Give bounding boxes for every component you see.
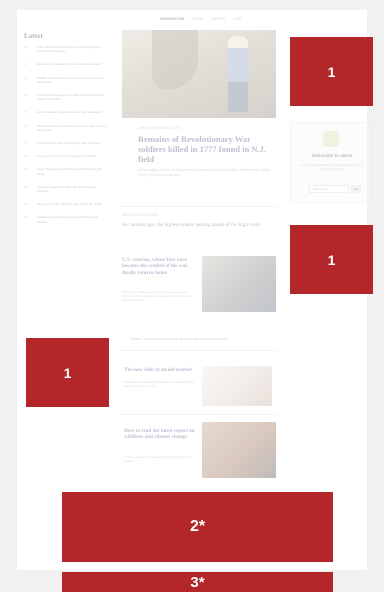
latest-time: 8h (24, 154, 28, 159)
latest-headline: Museum unveils exhibit on early American… (37, 202, 103, 207)
latest-headline: Storm warnings issued for parts of the p… (37, 167, 102, 176)
latest-title: Latest (24, 32, 43, 40)
card-headline[interactable]: U.S. veteran, whose face once became the… (122, 257, 196, 276)
section-kicker: RELATED COVERAGE (122, 213, 159, 217)
latest-headline: Farmers adapt to drought with new irriga… (37, 184, 96, 194)
latest-headline: Scientists track rare bird sighting near… (37, 141, 101, 146)
card-summary: The retired soldier was honored in a cer… (122, 290, 192, 303)
ad-slot-marker: 1 (290, 225, 373, 294)
widget-select[interactable]: Select one (309, 185, 349, 193)
latest-sidebar: Latest 2h U.S. officials expand search fo… (24, 32, 108, 233)
latest-time: 12h (24, 215, 30, 220)
ad-slot-marker: 1 (290, 37, 373, 106)
card-thumbnail[interactable] (202, 422, 276, 478)
latest-item[interactable]: 4h Court hears arguments on voting distri… (24, 93, 108, 101)
latest-headline: City council votes on new budget for sch… (37, 154, 97, 159)
latest-headline: Wildfire smoke drifts across three state… (37, 75, 103, 84)
latest-item[interactable]: 3h New rules for electric vehicle credits… (24, 62, 108, 66)
latest-item[interactable]: 3h Wildfire smoke drifts across three sta… (24, 76, 108, 84)
nav-item[interactable]: LIVE (233, 16, 242, 24)
divider (120, 206, 276, 207)
latest-headline: Officials review safety plans ahead of s… (37, 215, 99, 224)
nav-item[interactable]: TOPICS (211, 16, 226, 24)
latest-time: 9h (24, 167, 28, 172)
ad-slot-marker: 1 (26, 338, 109, 407)
latest-time: 5h (24, 110, 28, 115)
ad-slot-marker: 2* (62, 492, 333, 562)
section-headline[interactable]: Six months ago, the highest-stakes heari… (122, 222, 274, 228)
latest-time: 7h (24, 141, 28, 146)
top-nav: NEWSROOM DATA TOPICS LIVE (160, 16, 242, 24)
hero-kicker: AMERICAN REVOLUTION (138, 126, 181, 130)
latest-time: 11h (24, 202, 29, 207)
widget-go-button[interactable]: Go (351, 185, 361, 193)
related-link[interactable]: Related: how a war photo became an iconi… (130, 337, 270, 341)
latest-item[interactable]: 10h Farmers adapt to drought with new irr… (24, 185, 108, 193)
latest-item[interactable]: 6h Markets steady as investors await jobs… (24, 124, 108, 132)
nav-item[interactable]: DATA (192, 16, 202, 24)
hero-summary: Archaeologists say the remains were foun… (138, 168, 270, 177)
hero-image[interactable] (122, 30, 276, 118)
latest-item[interactable]: 9h Storm warnings issued for parts of the… (24, 167, 108, 175)
card-summary: Researchers say changing habits are resh… (124, 380, 194, 389)
latest-item[interactable]: 12h Officials review safety plans ahead o… (24, 215, 108, 223)
card-thumbnail[interactable] (202, 256, 276, 312)
latest-item[interactable]: 8h City council votes on new budget for s… (24, 154, 108, 158)
latest-item[interactable]: 11h Museum unveils exhibit on early Ameri… (24, 202, 108, 206)
latest-item[interactable]: 5h Historic bridge reopens after two-year… (24, 110, 108, 114)
subscribe-widget: Subscribe to alerts Get the latest break… (290, 122, 372, 204)
card-headline[interactable]: The new shift in an old market (124, 367, 194, 373)
latest-time: 3h (24, 75, 28, 80)
latest-item[interactable]: 2h U.S. officials expand search for missi… (24, 45, 108, 53)
latest-list: 2h U.S. officials expand search for missi… (24, 45, 108, 224)
ad-slot-marker: 3* (62, 572, 333, 592)
card-headline[interactable]: How to read the latest report on wildfir… (124, 428, 196, 441)
widget-text: Get the latest breaking news delivered t… (301, 163, 363, 171)
latest-time: 10h (24, 184, 30, 189)
latest-headline: Markets steady as investors await jobs d… (37, 123, 107, 132)
person-figure (228, 36, 248, 112)
nav-item[interactable]: NEWSROOM (160, 16, 184, 24)
latest-headline: Court hears arguments on voting district… (37, 93, 104, 102)
card-summary: A closer look at the numbers behind this… (124, 455, 191, 464)
latest-time: 2h (24, 45, 28, 49)
latest-time: 3h (24, 62, 28, 67)
latest-time: 6h (24, 123, 28, 128)
latest-headline: Historic bridge reopens after two-year r… (37, 110, 103, 115)
divider (120, 350, 276, 351)
bell-icon (323, 131, 339, 147)
latest-item[interactable]: 7h Scientists track rare bird sighting ne… (24, 141, 108, 145)
card-thumbnail[interactable] (202, 366, 272, 406)
divider (120, 414, 276, 415)
hero-headline[interactable]: Remains of Revolutionary War soldiers ki… (138, 134, 268, 164)
widget-title: Subscribe to alerts (311, 153, 353, 158)
latest-headline: U.S. officials expand search for missing… (37, 45, 102, 54)
latest-headline: New rules for electric vehicle credits a… (37, 62, 101, 67)
latest-time: 4h (24, 93, 28, 98)
tree-shape (152, 30, 198, 90)
